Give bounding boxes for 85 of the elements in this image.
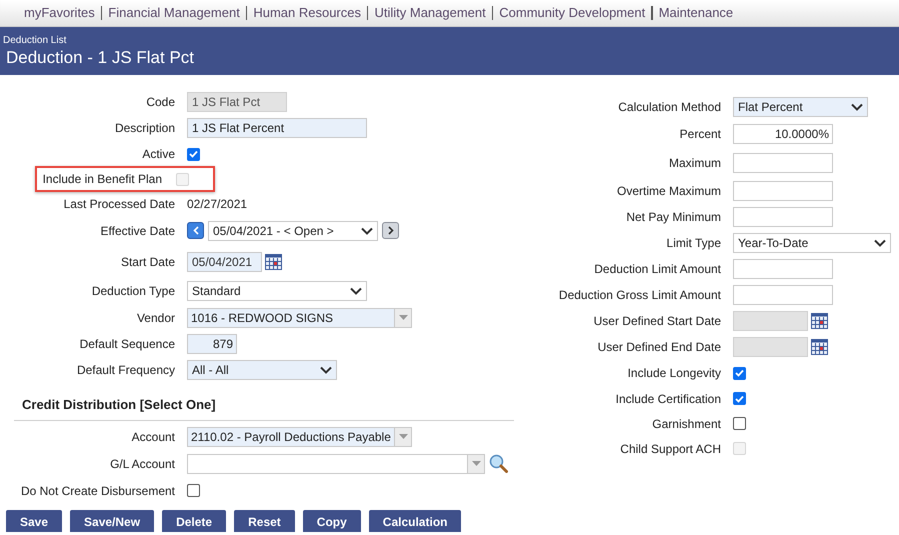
checkbox[interactable] [733,392,746,405]
nav-link[interactable]: Maintenance [658,3,734,23]
field-label: Deduction Limit Amount [594,261,721,278]
field-label: Description [114,120,175,137]
breadcrumb[interactable]: Deduction List [3,35,896,47]
text-field[interactable] [733,285,833,305]
text-field[interactable] [733,206,833,226]
search-icon[interactable] [489,454,508,473]
calendar-icon[interactable] [811,313,828,329]
nav-link[interactable]: myFavorites [24,3,95,23]
nav-link[interactable]: Utility Management [374,3,486,23]
field-label: Deduction Gross Limit Amount [558,287,721,304]
checkbox[interactable] [187,148,200,160]
chevron-down-icon [361,226,373,234]
date-field[interactable] [733,311,808,331]
combo-field[interactable] [187,454,485,474]
select-field[interactable]: Flat Percent [733,97,868,117]
field-label: Maximum [668,154,721,172]
dropdown-arrow-icon [472,461,480,466]
field-label: User Defined End Date [598,339,721,356]
field-label: Include Longevity [628,365,721,382]
field-label: Child Support ACH [620,440,721,458]
action-button[interactable]: Save/New [70,510,154,532]
dropdown-arrow-icon [398,315,408,320]
section-heading: Credit Distribution [Select One] [22,397,216,412]
checkbox[interactable] [733,366,746,380]
text-field[interactable] [733,259,833,279]
calendar-icon[interactable] [265,254,282,270]
text-field[interactable]: 1 JS Flat Percent [187,118,367,138]
field-label: Calculation Method [618,99,721,116]
text-field[interactable] [733,152,833,172]
field-label: Include in Benefit Plan [42,171,162,188]
chevron-down-icon [851,103,863,111]
action-button[interactable]: Reset [234,510,295,532]
text-field[interactable] [733,180,833,200]
field-label: Active [142,146,175,163]
action-button[interactable]: Save [6,510,62,532]
combo-field[interactable]: 2110.02 - Payroll Deductions Payable [187,426,412,446]
chevron-right-icon [388,226,394,235]
next-button[interactable] [382,222,399,239]
chevron-left-icon [192,226,198,235]
calendar-icon[interactable] [811,339,828,355]
chevron-down-icon [320,366,332,374]
field-label: Limit Type [666,234,721,252]
field-label: Code [146,94,175,111]
chevron-down-icon [874,238,886,246]
field-label: Account [132,428,175,446]
text-field[interactable]: 1 JS Flat Pct [187,92,287,112]
field-label: Deduction Type [92,283,175,300]
chevron-down-icon [350,287,362,295]
previous-button[interactable] [187,222,204,239]
date-value: 02/27/2021 [187,196,248,212]
date-field[interactable] [733,337,808,357]
effective-date-select[interactable]: 05/04/2021 - < Open > [208,220,378,240]
field-label: Percent [680,126,721,143]
field-label: Do Not Create Disbursement [20,482,175,500]
field-label: Effective Date [100,222,175,240]
nav-link[interactable]: Community Development [499,3,646,23]
select-field[interactable]: Standard [187,281,367,301]
action-button[interactable]: Delete [162,510,226,532]
combo-field[interactable]: 1016 - REDWOOD SIGNS [187,308,412,328]
field-label: Last Processed Date [64,196,175,212]
nav-link[interactable]: Human Resources [253,3,361,23]
number-field[interactable]: 10.0000% [733,124,833,144]
select-field[interactable]: All - All [187,360,337,380]
field-label: User Defined Start Date [594,313,721,330]
date-field[interactable]: 05/04/2021 [187,252,262,272]
page-title: Deduction - 1 JS Flat Pct [5,47,196,69]
field-label: G/L Account [110,456,175,472]
field-label: Vendor [136,310,175,326]
select-field[interactable]: Year-To-Date [733,232,891,252]
field-label: Start Date [120,254,175,270]
field-label: Net Pay Minimum [626,208,721,226]
number-field[interactable]: 879 [187,334,237,354]
checkbox[interactable] [733,417,746,430]
field-label: Default Frequency [76,362,175,379]
field-label: Overtime Maximum [616,182,721,200]
action-button[interactable]: Calculation [368,510,462,532]
action-button[interactable]: Copy [302,510,361,532]
field-label: Garnishment [652,416,721,432]
field-label: Default Sequence [80,336,175,353]
checkbox[interactable] [187,484,200,497]
dropdown-arrow-icon [398,434,408,439]
field-label: Include Certification [616,390,721,408]
nav-link[interactable]: Financial Management [108,3,240,23]
